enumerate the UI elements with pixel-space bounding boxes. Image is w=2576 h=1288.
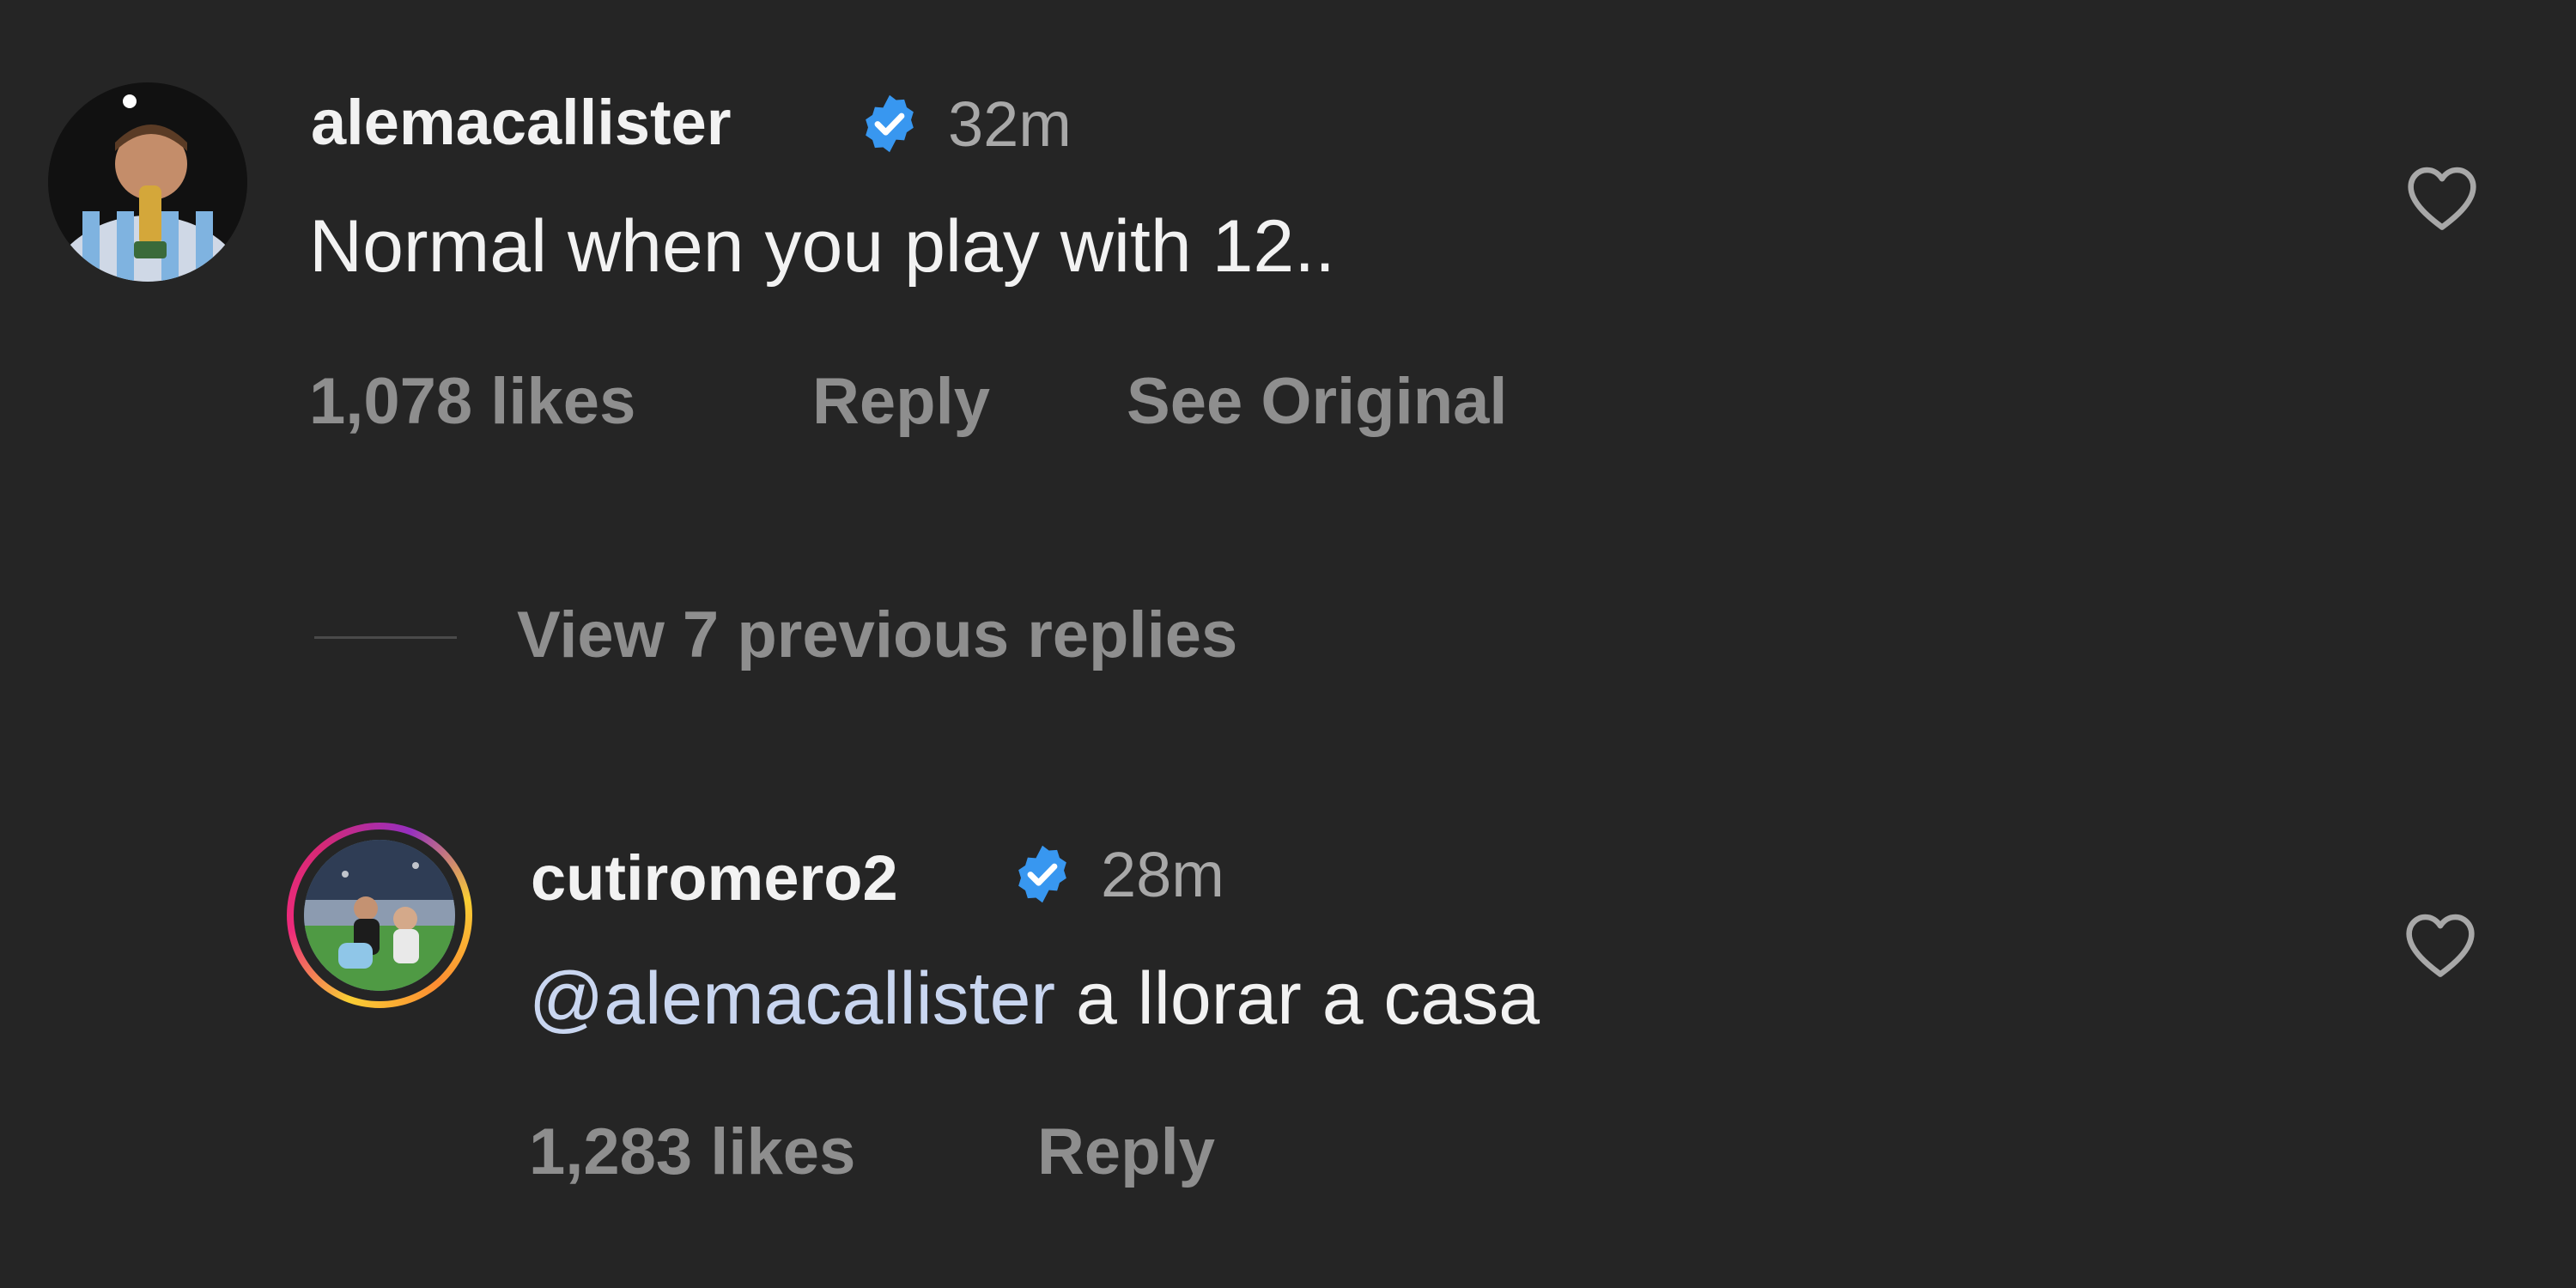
comment-text: Normal when you play with 12.. <box>309 205 1336 288</box>
avatar[interactable] <box>48 82 247 282</box>
reply-button[interactable]: Reply <box>812 364 990 439</box>
reply-time: 28m <box>1101 839 1224 910</box>
like-count[interactable]: 1,078 likes <box>309 364 635 439</box>
heart-outline-icon[interactable] <box>2403 910 2478 983</box>
avatar[interactable] <box>304 840 455 991</box>
heart-outline-icon[interactable] <box>2404 163 2480 236</box>
view-previous-replies-button[interactable]: View 7 previous replies <box>517 598 1237 672</box>
avatar-photo <box>304 840 455 991</box>
like-count[interactable]: 1,283 likes <box>529 1115 855 1189</box>
reply-username[interactable]: cutiromero2 <box>531 841 898 914</box>
reply-text: @alemacallister a llorar a casa <box>529 957 1540 1042</box>
mention-link[interactable]: @alemacallister <box>529 957 1055 1040</box>
reply-text-body: a llorar a casa <box>1055 957 1540 1040</box>
reply-button[interactable]: Reply <box>1037 1115 1215 1189</box>
avatar-photo <box>48 82 247 282</box>
replies-divider <box>314 636 457 639</box>
comment-username[interactable]: alemacallister <box>311 86 732 159</box>
comment-time: 32m <box>948 88 1072 160</box>
verified-badge-icon <box>857 91 922 161</box>
see-original-button[interactable]: See Original <box>1127 364 1508 439</box>
comments-panel: alemacallister 32m Normal when you play … <box>0 0 2576 1288</box>
verified-badge-icon <box>1010 841 1075 911</box>
